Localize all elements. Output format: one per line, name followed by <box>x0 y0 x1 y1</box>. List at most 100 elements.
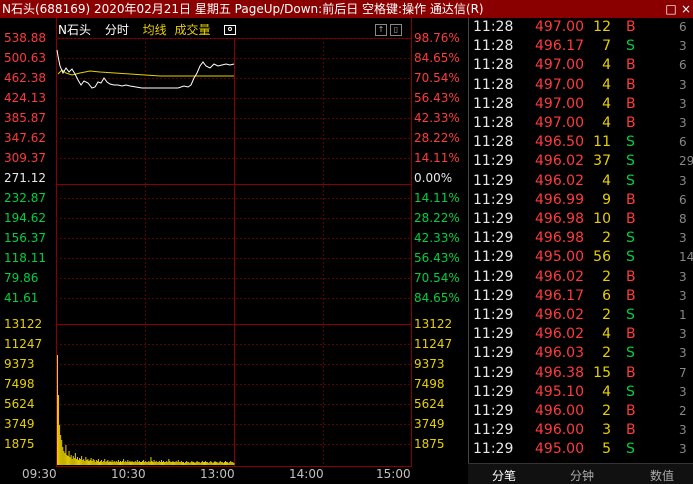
price-axis-label: 500.63 <box>4 51 46 65</box>
pct-axis-label: 42.33% <box>414 231 460 245</box>
tick-row[interactable]: 11:29 496.00 3 B 3 <box>469 421 693 440</box>
tick-side: B <box>626 57 636 74</box>
tick-row[interactable]: 11:28 496.17 7 S 3 <box>469 37 693 56</box>
volume-axis-label: 3749 <box>414 417 445 431</box>
tick-row[interactable]: 11:28 497.00 4 B 6 <box>469 56 693 75</box>
tick-row[interactable]: 11:28 497.00 4 B 3 <box>469 76 693 95</box>
tick-volume: 2 <box>602 230 611 247</box>
price-axis-label: 424.13 <box>4 91 46 105</box>
tick-row[interactable]: 11:29 496.99 9 B 6 <box>469 191 693 210</box>
tick-price: 496.50 <box>535 134 584 151</box>
tick-side: S <box>626 38 635 55</box>
price-axis-label: 385.87 <box>4 111 46 125</box>
tick-row[interactable]: 11:29 496.98 2 S 3 <box>469 229 693 248</box>
price-axis-label: 309.37 <box>4 151 46 165</box>
volume-axis-label: 11247 <box>414 337 453 351</box>
tick-side: B <box>626 326 636 343</box>
tick-volume: 5 <box>602 441 611 458</box>
tick-row[interactable]: 11:29 496.00 2 B 2 <box>469 402 693 421</box>
tick-side: B <box>626 403 636 419</box>
tick-time: 11:29 <box>473 249 514 266</box>
volume-label[interactable]: 成交量 <box>175 23 211 37</box>
tick-price: 496.00 <box>535 403 584 419</box>
tick-time: 11:28 <box>473 134 514 151</box>
tick-side: S <box>626 307 635 323</box>
tick-side: B <box>626 268 636 285</box>
tick-row[interactable]: 11:29 496.02 2 S 1 <box>469 306 693 325</box>
tick-volume: 4 <box>602 76 611 93</box>
tick-row[interactable]: 11:28 496.50 11 S 6 <box>469 133 693 152</box>
tick-side: S <box>626 249 635 266</box>
tab-fenzhong[interactable]: 分钟 <box>570 467 594 484</box>
time-axis-label: 10:30 <box>111 467 146 481</box>
tick-price: 497.00 <box>535 19 584 35</box>
restore-icon[interactable]: □ <box>664 0 678 18</box>
tick-price: 496.03 <box>535 345 584 362</box>
pct-axis-label: 28.22% <box>414 131 460 145</box>
tick-time: 11:29 <box>473 403 514 419</box>
tick-row[interactable]: 11:29 495.10 4 S 3 <box>469 383 693 402</box>
volume-axis-label: 3749 <box>4 417 35 431</box>
tick-time: 11:28 <box>473 95 514 112</box>
tick-row[interactable]: 11:29 496.38 15 B 7 <box>469 364 693 383</box>
tick-volume: 9 <box>602 191 611 208</box>
tick-time: 11:29 <box>473 364 514 381</box>
intraday-chart[interactable]: N石头 分时 均线 成交量 ↑ ▯ 538.88 500.63 462.38 424.… <box>0 18 468 483</box>
tick-row[interactable]: 11:29 496.17 6 B 3 <box>469 287 693 306</box>
panel-toggle-icon[interactable]: ▯ <box>390 24 402 36</box>
tick-side: S <box>626 383 635 400</box>
tick-volume: 10 <box>593 211 611 227</box>
tick-list[interactable]: 11:28 497.00 12 B 6 11:28 496.17 7 S 3 11:28 497.00… <box>468 18 693 463</box>
close-icon[interactable]: × <box>679 0 693 18</box>
camera-icon[interactable] <box>224 25 237 35</box>
tick-row[interactable]: 11:29 495.00 5 S 3 <box>469 440 693 459</box>
tick-volume: 2 <box>602 345 611 362</box>
price-axis-label: 232.87 <box>4 191 46 205</box>
price-axis-label: 271.12 <box>4 171 46 185</box>
price-axis-label: 156.37 <box>4 231 46 245</box>
tick-time: 11:29 <box>473 230 514 247</box>
tick-row[interactable]: 11:28 497.00 4 B 3 <box>469 95 693 114</box>
tick-row[interactable]: 11:29 496.03 2 S 3 <box>469 344 693 363</box>
volume-axis-label: 13122 <box>4 317 43 331</box>
window-title: N石头(688169) 2020年02月21日 星期五 PageUp/Down:… <box>2 2 484 16</box>
volume-axis-label: 7498 <box>414 377 445 391</box>
tick-count: 2 <box>679 404 687 418</box>
tick-row[interactable]: 11:29 496.98 10 B 8 <box>469 210 693 229</box>
tick-time: 11:29 <box>473 153 514 170</box>
pct-axis-label: 28.22% <box>414 211 460 225</box>
tick-count: 6 <box>679 192 687 207</box>
tick-row[interactable]: 11:29 495.00 56 S 14 <box>469 248 693 267</box>
chart-svg <box>56 18 412 467</box>
tick-time: 11:29 <box>473 172 514 189</box>
price-axis-label: 79.86 <box>4 271 39 285</box>
tab-fenshi[interactable]: 分时 <box>105 23 129 37</box>
tab-shuzhi[interactable]: 数值 <box>650 467 674 484</box>
tick-row[interactable]: 11:28 497.00 12 B 6 <box>469 18 693 37</box>
pct-axis-label: 70.54% <box>414 271 460 285</box>
tick-side: B <box>626 95 636 112</box>
tick-side: B <box>626 422 636 439</box>
tick-price: 496.17 <box>535 38 584 55</box>
volume-axis-label: 1875 <box>4 437 35 451</box>
tick-count: 3 <box>679 77 687 92</box>
tick-price: 496.00 <box>535 422 584 439</box>
up-arrow-icon[interactable]: ↑ <box>375 24 387 36</box>
tick-row[interactable]: 11:28 497.00 4 B 3 <box>469 114 693 133</box>
tick-count: 29 <box>679 154 693 169</box>
tick-row[interactable]: 11:29 496.02 4 B 3 <box>469 325 693 344</box>
tick-row[interactable]: 11:29 496.02 2 B 3 <box>469 268 693 287</box>
tick-price: 495.00 <box>535 249 584 266</box>
tick-price: 496.99 <box>535 191 584 208</box>
tick-volume: 37 <box>593 153 611 170</box>
price-axis-label: 538.88 <box>4 31 46 45</box>
tick-volume: 4 <box>602 57 611 74</box>
tick-price: 496.02 <box>535 307 584 323</box>
tick-count: 3 <box>679 327 687 342</box>
tick-count: 6 <box>679 58 687 73</box>
tick-row[interactable]: 11:29 496.02 4 S 3 <box>469 172 693 191</box>
tick-row[interactable]: 11:29 496.02 37 S 29 <box>469 152 693 171</box>
tab-fenbi[interactable]: 分笔 <box>492 467 516 484</box>
tick-time: 11:29 <box>473 383 514 400</box>
tick-time: 11:29 <box>473 268 514 285</box>
